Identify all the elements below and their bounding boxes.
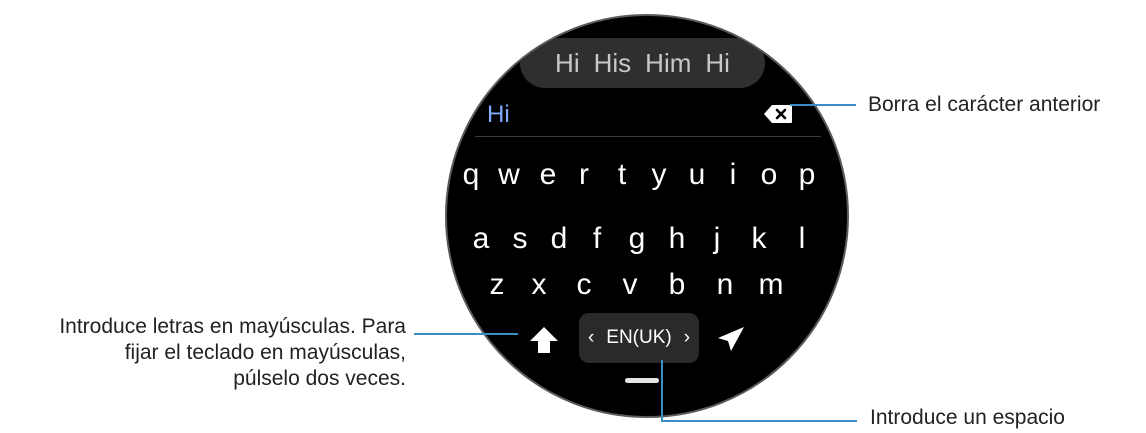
- home-indicator[interactable]: [625, 378, 659, 383]
- key-v[interactable]: v: [614, 265, 646, 305]
- language-next-icon[interactable]: ›: [684, 327, 690, 349]
- suggestion-3[interactable]: Him: [645, 48, 691, 79]
- key-g[interactable]: g: [621, 219, 653, 259]
- key-l[interactable]: l: [786, 219, 818, 259]
- space-annotation: Introduce un espacio: [870, 406, 1065, 429]
- divider: [475, 136, 821, 137]
- suggestion-1[interactable]: Hi: [555, 48, 580, 79]
- key-f[interactable]: f: [581, 219, 613, 259]
- key-h[interactable]: h: [661, 219, 693, 259]
- language-label: EN(UK): [606, 327, 672, 348]
- key-x[interactable]: x: [523, 265, 555, 305]
- key-b[interactable]: b: [661, 265, 693, 305]
- key-s[interactable]: s: [504, 219, 536, 259]
- shift-annotation: Introduce letras en mayúsculas. Para fij…: [0, 314, 406, 392]
- watch-screen: Hi His Him Hi Hi q w e r t y u i o p a s…: [445, 14, 849, 418]
- shift-annotation-line-2: fijar el teclado en mayúsculas,: [124, 341, 406, 364]
- suggestion-4[interactable]: Hi: [705, 48, 730, 79]
- shift-annotation-line-1: Introduce letras en mayúsculas. Para: [59, 315, 406, 338]
- shift-annotation-line-3: púlselo dos veces.: [233, 367, 406, 390]
- suggestion-bar: Hi His Him Hi: [520, 38, 765, 88]
- shift-callout-line: [414, 333, 518, 335]
- key-z[interactable]: z: [481, 265, 513, 305]
- key-e[interactable]: e: [532, 155, 564, 195]
- key-r[interactable]: r: [568, 155, 600, 195]
- language-prev-icon[interactable]: ‹: [588, 327, 594, 349]
- key-w[interactable]: w: [493, 155, 525, 195]
- key-u[interactable]: u: [681, 155, 713, 195]
- backspace-callout-line: [790, 104, 856, 106]
- key-q[interactable]: q: [455, 155, 487, 195]
- space-callout-vertical: [661, 360, 663, 421]
- key-k[interactable]: k: [743, 219, 775, 259]
- send-icon[interactable]: [717, 326, 745, 352]
- backspace-annotation: Borra el carácter anterior: [868, 93, 1101, 116]
- space-callout-horizontal: [661, 420, 857, 422]
- key-n[interactable]: n: [709, 265, 741, 305]
- key-a[interactable]: a: [465, 219, 497, 259]
- key-j[interactable]: j: [701, 219, 733, 259]
- key-row-2: a s d f g h j k l: [447, 219, 847, 259]
- shift-icon[interactable]: [529, 326, 559, 354]
- key-i[interactable]: i: [717, 155, 749, 195]
- key-row-3: z x c v b n m: [447, 265, 847, 305]
- key-y[interactable]: y: [643, 155, 675, 195]
- key-p[interactable]: p: [791, 155, 823, 195]
- suggestion-2[interactable]: His: [594, 48, 632, 79]
- space-language-key[interactable]: ‹ EN(UK) ›: [579, 313, 699, 363]
- key-o[interactable]: o: [753, 155, 785, 195]
- text-input[interactable]: Hi: [487, 101, 510, 129]
- key-row-1: q w e r t y u i o p: [447, 155, 847, 195]
- backspace-icon[interactable]: [763, 104, 793, 124]
- key-d[interactable]: d: [543, 219, 575, 259]
- key-m[interactable]: m: [755, 265, 787, 305]
- key-c[interactable]: c: [568, 265, 600, 305]
- key-t[interactable]: t: [606, 155, 638, 195]
